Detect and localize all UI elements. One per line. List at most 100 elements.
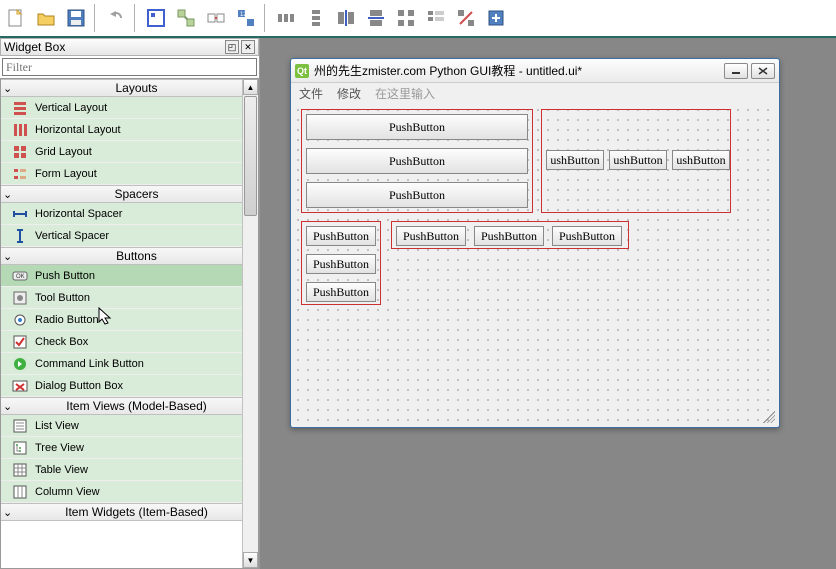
widget-item[interactable]: List View	[1, 415, 258, 437]
push-button[interactable]: PushButton	[306, 226, 376, 246]
widget-item-label: Tool Button	[35, 292, 90, 304]
horizontal-layout-1[interactable]: ushButton ushButton ushButton	[541, 109, 731, 213]
widget-item[interactable]: Vertical Spacer	[1, 225, 258, 247]
widget-item[interactable]: Column View	[1, 481, 258, 503]
design-canvas[interactable]: Qt 州的先生zmister.com Python GUI教程 - untitl…	[260, 38, 836, 569]
scroll-down-icon[interactable]: ▼	[243, 552, 258, 568]
widget-item-label: Check Box	[35, 336, 88, 348]
dock-close-icon[interactable]: ✕	[241, 40, 255, 54]
form-window[interactable]: Qt 州的先生zmister.com Python GUI教程 - untitl…	[290, 58, 780, 428]
widget-box-titlebar[interactable]: Widget Box ◰ ✕	[0, 38, 259, 56]
menu-edit[interactable]: 修改	[337, 85, 361, 102]
push-button[interactable]: PushButton	[306, 282, 376, 302]
form-surface[interactable]: PushButton PushButton PushButton ushButt…	[293, 105, 777, 425]
widget-box-title: Widget Box	[4, 40, 65, 54]
vertical-layout-2[interactable]: PushButton PushButton PushButton	[301, 221, 381, 305]
scrollbar[interactable]: ▲ ▼	[242, 79, 258, 568]
category-header[interactable]: ⌄Item Views (Model-Based)	[1, 397, 258, 415]
widget-item[interactable]: Dialog Button Box	[1, 375, 258, 397]
push-button[interactable]: PushButton	[306, 148, 528, 174]
widget-item-label: Horizontal Layout	[35, 124, 121, 136]
layout-form-icon[interactable]	[422, 4, 450, 32]
widget-item-label: Form Layout	[35, 168, 97, 180]
resize-grip-icon[interactable]	[763, 411, 775, 423]
break-layout-icon[interactable]	[452, 4, 480, 32]
vlayout-icon	[11, 99, 29, 117]
widget-item[interactable]: Check Box	[1, 331, 258, 353]
push-button[interactable]: PushButton	[306, 254, 376, 274]
vertical-layout-1[interactable]: PushButton PushButton PushButton	[301, 109, 533, 213]
layout-grid-icon[interactable]	[392, 4, 420, 32]
cmdlink-icon	[11, 355, 29, 373]
push-button[interactable]: PushButton	[474, 226, 544, 246]
menu-file[interactable]: 文件	[299, 85, 323, 102]
layout-horiz-icon[interactable]	[272, 4, 300, 32]
widget-item[interactable]: Radio Button	[1, 309, 258, 331]
push-button[interactable]: PushButton	[306, 182, 528, 208]
category-header[interactable]: ⌄Layouts	[1, 79, 258, 97]
widget-item[interactable]: Horizontal Spacer	[1, 203, 258, 225]
form-menubar[interactable]: 文件 修改 在这里输入	[291, 83, 779, 103]
widget-item[interactable]: OKPush Button	[1, 265, 258, 287]
edit-signals-icon[interactable]	[172, 4, 200, 32]
scroll-up-icon[interactable]: ▲	[243, 79, 258, 95]
layout-vert-icon[interactable]	[302, 4, 330, 32]
save-file-icon[interactable]	[62, 4, 90, 32]
edit-widgets-icon[interactable]	[142, 4, 170, 32]
close-button[interactable]	[751, 63, 775, 79]
layout-horiz-split-icon[interactable]	[332, 4, 360, 32]
widget-item[interactable]: Vertical Layout	[1, 97, 258, 119]
widget-item-label: Vertical Spacer	[35, 230, 109, 242]
push-button[interactable]: ushButton	[672, 150, 730, 170]
layout-vert-split-icon[interactable]	[362, 4, 390, 32]
widget-item-label: Grid Layout	[35, 146, 92, 158]
flayout-icon	[11, 165, 29, 183]
category-label: Buttons	[17, 249, 256, 263]
dock-float-icon[interactable]: ◰	[225, 40, 239, 54]
widget-item-label: Tree View	[35, 442, 84, 454]
widget-item-label: Command Link Button	[35, 358, 144, 370]
minimize-button[interactable]	[724, 63, 748, 79]
widget-item[interactable]: Horizontal Layout	[1, 119, 258, 141]
category-label: Spacers	[17, 187, 256, 201]
chevron-down-icon: ⌄	[3, 250, 17, 263]
form-title-text: 州的先生zmister.com Python GUI教程 - untitled.…	[314, 62, 721, 79]
category-header[interactable]: ⌄Spacers	[1, 185, 258, 203]
edit-tab-order-icon[interactable]: 12	[232, 4, 260, 32]
widget-item[interactable]: Tool Button	[1, 287, 258, 309]
push-button[interactable]: ushButton	[546, 150, 604, 170]
widget-item[interactable]: Command Link Button	[1, 353, 258, 375]
widget-item[interactable]: Tree View	[1, 437, 258, 459]
widget-item[interactable]: Table View	[1, 459, 258, 481]
chevron-down-icon: ⌄	[3, 506, 17, 519]
svg-text:OK: OK	[16, 274, 25, 280]
new-file-icon[interactable]	[2, 4, 30, 32]
widget-item[interactable]: Form Layout	[1, 163, 258, 185]
push-button[interactable]: PushButton	[552, 226, 622, 246]
widget-item-label: List View	[35, 420, 79, 432]
edit-buddies-icon[interactable]	[202, 4, 230, 32]
category-header[interactable]: ⌄Item Widgets (Item-Based)	[1, 503, 258, 521]
widget-item-label: Vertical Layout	[35, 102, 107, 114]
push-button[interactable]: PushButton	[306, 114, 528, 140]
widget-item[interactable]: Grid Layout	[1, 141, 258, 163]
radiobtn-icon	[11, 311, 29, 329]
category-label: Item Widgets (Item-Based)	[17, 505, 256, 519]
horizontal-layout-2[interactable]: PushButton PushButton PushButton	[391, 221, 629, 249]
glayout-icon	[11, 143, 29, 161]
tableview-icon	[11, 461, 29, 479]
open-file-icon[interactable]	[32, 4, 60, 32]
filter-input[interactable]	[2, 58, 257, 76]
push-button[interactable]: ushButton	[609, 150, 667, 170]
push-button[interactable]: PushButton	[396, 226, 466, 246]
svg-text:12: 12	[240, 12, 247, 18]
adjust-size-icon[interactable]	[482, 4, 510, 32]
widget-item-label: Column View	[35, 486, 100, 498]
category-header[interactable]: ⌄Buttons	[1, 247, 258, 265]
menu-type-here[interactable]: 在这里输入	[375, 85, 435, 102]
widget-tree[interactable]: ⌄Layouts Vertical Layout Horizontal Layout…	[0, 78, 259, 569]
colview-icon	[11, 483, 29, 501]
undo-icon[interactable]	[102, 4, 130, 32]
scroll-thumb[interactable]	[244, 96, 257, 216]
form-titlebar[interactable]: Qt 州的先生zmister.com Python GUI教程 - untitl…	[291, 59, 779, 83]
